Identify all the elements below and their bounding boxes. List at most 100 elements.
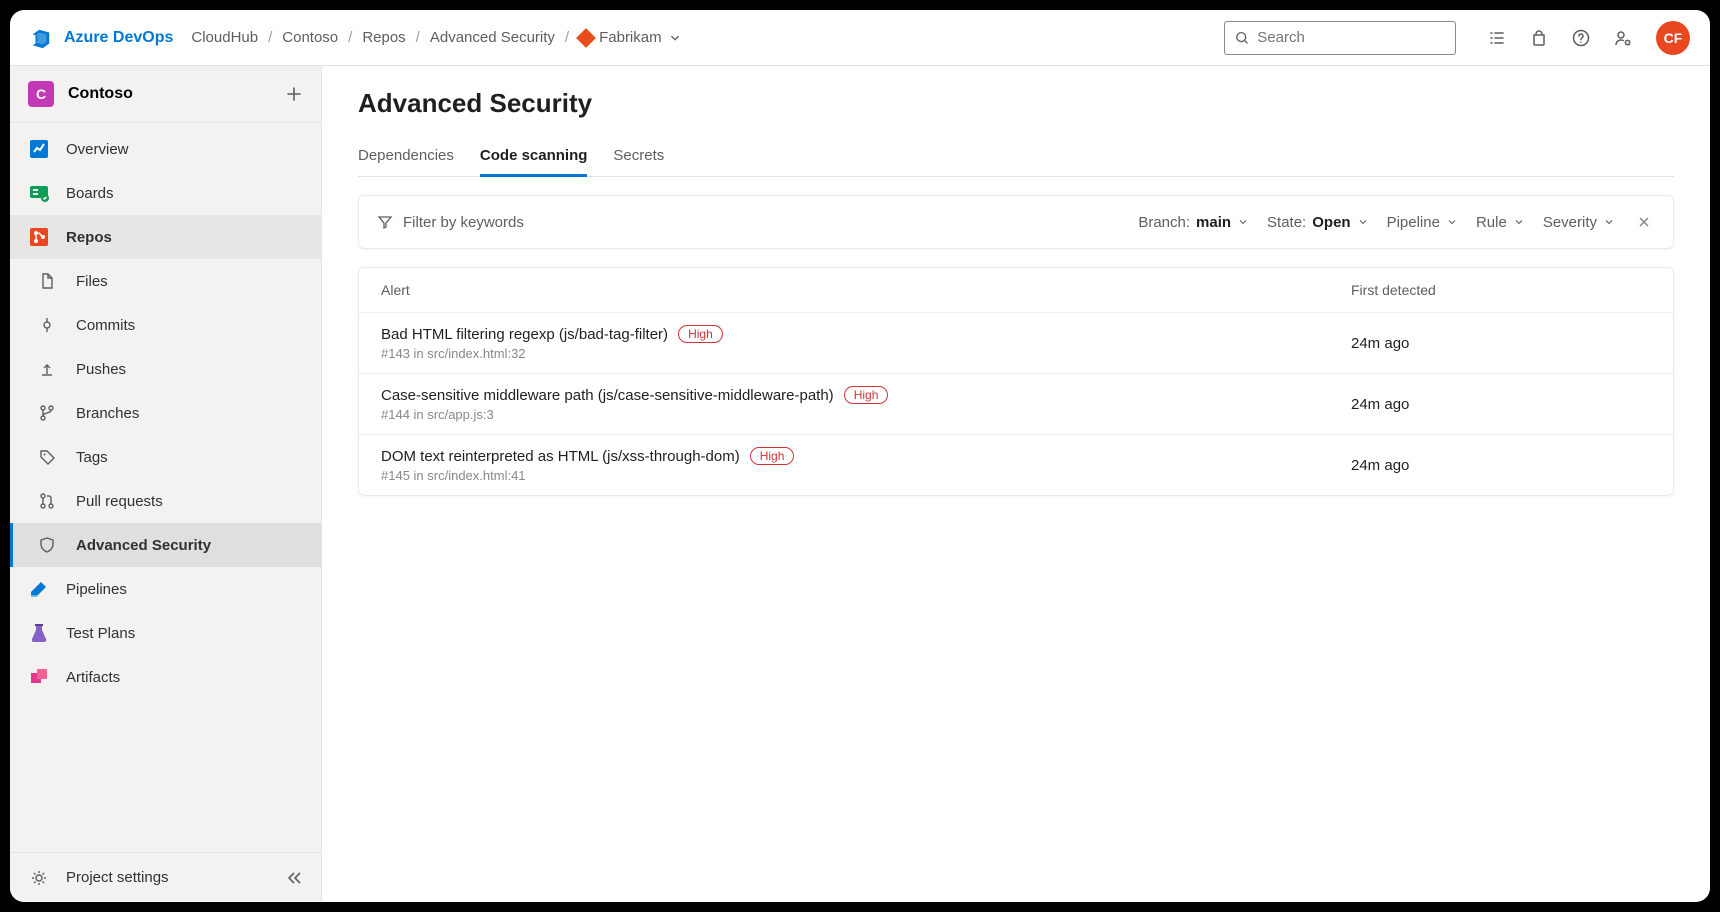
- sidebar-item-test-plans[interactable]: Test Plans: [10, 611, 321, 655]
- crumb-sep: /: [268, 29, 272, 46]
- filter-rule[interactable]: Rule: [1476, 214, 1525, 231]
- sidebar-item-label: Pull requests: [76, 493, 163, 510]
- sidebar-item-advanced-security[interactable]: Advanced Security: [10, 523, 321, 567]
- tab-code-scanning[interactable]: Code scanning: [480, 137, 588, 177]
- filter-pipeline[interactable]: Pipeline: [1387, 214, 1458, 231]
- crumb-section[interactable]: Repos: [362, 29, 405, 46]
- crumb-org[interactable]: CloudHub: [191, 29, 258, 46]
- sidebar-item-label: Pipelines: [66, 581, 127, 598]
- severity-badge: High: [844, 386, 889, 404]
- filter-rule-label: Rule: [1476, 214, 1507, 231]
- sidebar-item-label: Overview: [66, 141, 129, 158]
- sidebar-item-branches[interactable]: Branches: [10, 391, 321, 435]
- filter-pipeline-label: Pipeline: [1387, 214, 1440, 231]
- push-icon: [36, 360, 58, 378]
- global-search[interactable]: [1224, 21, 1456, 55]
- first-detected: 24m ago: [1351, 335, 1651, 352]
- filter-placeholder[interactable]: Filter by keywords: [403, 214, 524, 231]
- project-settings-label: Project settings: [66, 869, 169, 886]
- filter-branch[interactable]: Branch: main: [1138, 214, 1249, 231]
- boards-icon: [28, 182, 50, 204]
- breadcrumb: CloudHub / Contoso / Repos / Advanced Se…: [191, 29, 681, 46]
- commit-icon: [36, 316, 58, 334]
- alert-title: Bad HTML filtering regexp (js/bad-tag-fi…: [381, 326, 668, 343]
- table-row[interactable]: Case-sensitive middleware path (js/case-…: [359, 374, 1673, 435]
- help-icon[interactable]: [1572, 29, 1590, 47]
- sidebar-item-repos[interactable]: Repos: [10, 215, 321, 259]
- gear-icon: [28, 869, 50, 887]
- sidebar-item-pipelines[interactable]: Pipelines: [10, 567, 321, 611]
- checklist-icon[interactable]: [1488, 29, 1506, 47]
- filter-state[interactable]: State: Open: [1267, 214, 1369, 231]
- crumb-page[interactable]: Advanced Security: [430, 29, 555, 46]
- sidebar-item-label: Test Plans: [66, 625, 135, 642]
- filter-state-label: State:: [1267, 214, 1306, 231]
- alert-location: #145 in src/index.html:41: [381, 468, 1351, 483]
- sidebar-item-pushes[interactable]: Pushes: [10, 347, 321, 391]
- column-header-alert[interactable]: Alert: [381, 282, 1351, 298]
- search-icon: [1235, 30, 1249, 46]
- alerts-table: Alert First detected Bad HTML filtering …: [358, 267, 1674, 496]
- first-detected: 24m ago: [1351, 457, 1651, 474]
- search-input[interactable]: [1257, 29, 1445, 46]
- project-badge: C: [28, 81, 54, 107]
- sidebar-item-pull-requests[interactable]: Pull requests: [10, 479, 321, 523]
- tab-dependencies[interactable]: Dependencies: [358, 137, 454, 177]
- brand-label[interactable]: Azure DevOps: [64, 29, 173, 47]
- chevron-down-icon: [1357, 216, 1369, 228]
- chevron-down-icon: [1513, 216, 1525, 228]
- crumb-project[interactable]: Contoso: [282, 29, 338, 46]
- file-icon: [36, 272, 58, 290]
- branch-icon: [36, 404, 58, 422]
- sidebar-item-artifacts[interactable]: Artifacts: [10, 655, 321, 699]
- crumb-repo-picker[interactable]: Fabrikam: [579, 29, 682, 46]
- sidebar-item-label: Files: [76, 273, 108, 290]
- tag-icon: [36, 448, 58, 466]
- chevron-down-icon: [1237, 216, 1249, 228]
- first-detected: 24m ago: [1351, 396, 1651, 413]
- repo-diamond-icon: [576, 28, 596, 48]
- filter-severity[interactable]: Severity: [1543, 214, 1615, 231]
- crumb-sep: /: [348, 29, 352, 46]
- sidebar-item-label: Advanced Security: [76, 537, 211, 554]
- sidebar-item-label: Boards: [66, 185, 114, 202]
- sidebar-item-files[interactable]: Files: [10, 259, 321, 303]
- table-row[interactable]: Bad HTML filtering regexp (js/bad-tag-fi…: [359, 313, 1673, 374]
- project-settings-link[interactable]: Project settings: [10, 852, 321, 902]
- column-header-detected[interactable]: First detected: [1351, 282, 1651, 298]
- tabs: Dependencies Code scanning Secrets: [358, 137, 1674, 177]
- filter-bar: Filter by keywords Branch: main State: O…: [358, 195, 1674, 249]
- user-avatar[interactable]: CF: [1656, 21, 1690, 55]
- table-row[interactable]: DOM text reinterpreted as HTML (js/xss-t…: [359, 435, 1673, 495]
- filter-severity-label: Severity: [1543, 214, 1597, 231]
- chevron-down-icon: [1446, 216, 1458, 228]
- sidebar-item-tags[interactable]: Tags: [10, 435, 321, 479]
- clear-filters-button[interactable]: [1633, 211, 1655, 233]
- alert-location: #144 in src/app.js:3: [381, 407, 1351, 422]
- repos-icon: [28, 226, 50, 248]
- shopping-bag-icon[interactable]: [1530, 29, 1548, 47]
- user-settings-icon[interactable]: [1614, 29, 1632, 47]
- severity-badge: High: [678, 325, 723, 343]
- chevron-down-icon: [1603, 216, 1615, 228]
- sidebar-item-label: Pushes: [76, 361, 126, 378]
- chevron-down-icon: [668, 31, 682, 45]
- filter-branch-label: Branch:: [1138, 214, 1190, 231]
- collapse-sidebar-button[interactable]: [285, 869, 303, 887]
- filter-icon: [377, 214, 393, 230]
- filter-branch-value: main: [1196, 214, 1231, 231]
- sidebar-item-overview[interactable]: Overview: [10, 127, 321, 171]
- pull-request-icon: [36, 492, 58, 510]
- artifacts-icon: [28, 666, 50, 688]
- severity-badge: High: [750, 447, 795, 465]
- project-name[interactable]: Contoso: [68, 85, 133, 103]
- shield-icon: [36, 536, 58, 554]
- tab-secrets[interactable]: Secrets: [613, 137, 664, 177]
- sidebar-item-boards[interactable]: Boards: [10, 171, 321, 215]
- azure-devops-logo-icon[interactable]: [30, 27, 52, 49]
- sidebar-item-label: Branches: [76, 405, 139, 422]
- new-item-button[interactable]: [285, 85, 303, 103]
- test-plans-icon: [28, 622, 50, 644]
- sidebar-item-commits[interactable]: Commits: [10, 303, 321, 347]
- sidebar-item-label: Artifacts: [66, 669, 120, 686]
